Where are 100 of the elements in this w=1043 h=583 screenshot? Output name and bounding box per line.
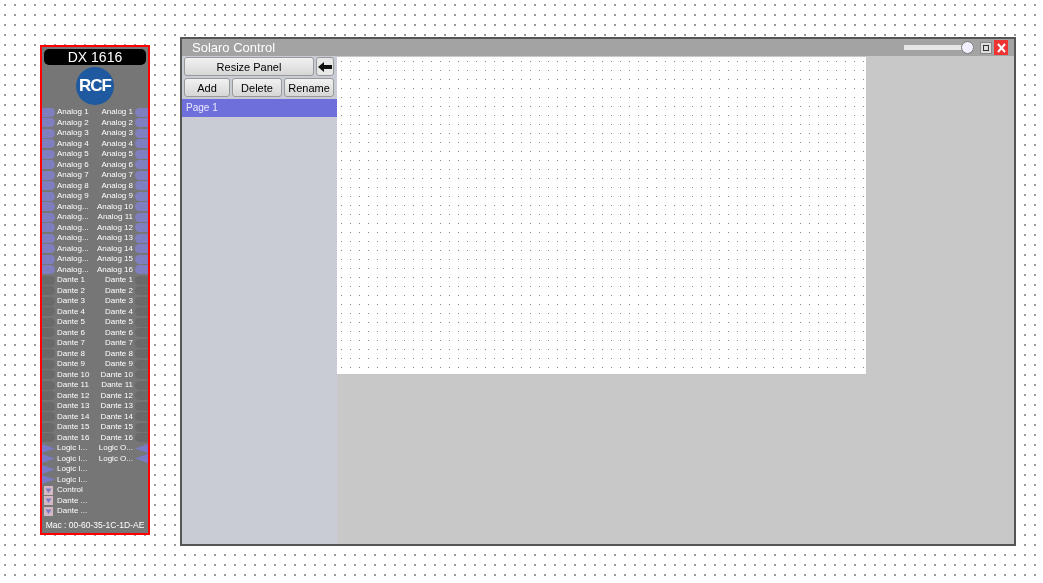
input-port[interactable] <box>42 422 55 432</box>
input-port[interactable] <box>42 107 55 117</box>
logic-input-icon[interactable] <box>42 454 55 464</box>
input-port[interactable] <box>42 160 55 170</box>
input-port[interactable] <box>42 170 55 180</box>
output-port[interactable] <box>135 359 148 369</box>
device-title: DX 1616 <box>44 49 146 65</box>
input-label: Dante 8 <box>56 348 87 359</box>
output-port[interactable] <box>135 412 148 422</box>
output-port[interactable] <box>135 149 148 159</box>
input-label: Dante 11 <box>56 380 90 391</box>
input-label: Control <box>56 485 84 496</box>
output-port[interactable] <box>135 160 148 170</box>
output-label: Analog 14 <box>95 243 134 254</box>
slider-thumb[interactable] <box>961 41 974 54</box>
input-port[interactable] <box>42 401 55 411</box>
device-block[interactable] <box>40 45 150 535</box>
output-port[interactable] <box>135 380 148 390</box>
input-label: Logic I... <box>56 474 89 485</box>
output-port[interactable] <box>135 212 148 222</box>
input-port[interactable] <box>42 254 55 264</box>
output-port[interactable] <box>135 391 148 401</box>
zoom-slider[interactable] <box>904 41 974 54</box>
resize-panel-button[interactable]: Resize Panel <box>184 57 314 76</box>
output-port[interactable] <box>135 244 148 254</box>
output-port[interactable] <box>135 233 148 243</box>
maximize-button[interactable] <box>980 41 992 54</box>
input-port[interactable] <box>42 296 55 306</box>
output-port[interactable] <box>135 128 148 138</box>
input-label: Dante 15 <box>56 422 91 433</box>
logic-input-icon[interactable] <box>42 464 55 474</box>
close-button[interactable] <box>994 40 1008 55</box>
rename-button[interactable]: Rename <box>284 78 334 97</box>
output-port[interactable] <box>135 296 148 306</box>
input-port[interactable] <box>42 212 55 222</box>
input-port[interactable] <box>42 370 55 380</box>
output-port[interactable] <box>135 307 148 317</box>
logic-input-icon[interactable] <box>42 475 55 485</box>
back-button[interactable] <box>316 57 334 76</box>
input-port[interactable] <box>42 359 55 369</box>
input-port[interactable] <box>42 328 55 338</box>
input-port[interactable] <box>42 391 55 401</box>
output-port[interactable] <box>135 349 148 359</box>
input-port[interactable] <box>42 338 55 348</box>
output-port[interactable] <box>135 265 148 275</box>
input-port[interactable] <box>42 275 55 285</box>
input-port[interactable] <box>42 244 55 254</box>
input-port[interactable] <box>42 265 55 275</box>
output-port[interactable] <box>135 433 148 443</box>
input-port[interactable] <box>42 286 55 296</box>
logic-output-icon[interactable] <box>135 454 148 464</box>
output-port[interactable] <box>135 370 148 380</box>
control-port-icon[interactable] <box>44 506 53 516</box>
output-port[interactable] <box>135 401 148 411</box>
input-label: Dante 16 <box>56 432 91 443</box>
output-port[interactable] <box>135 170 148 180</box>
logic-output-icon[interactable] <box>135 443 148 453</box>
output-port[interactable] <box>135 254 148 264</box>
output-port[interactable] <box>135 139 148 149</box>
control-port-icon[interactable] <box>44 485 53 495</box>
input-port[interactable] <box>42 202 55 212</box>
output-port[interactable] <box>135 202 148 212</box>
output-port[interactable] <box>135 422 148 432</box>
add-button[interactable]: Add <box>184 78 230 97</box>
output-port[interactable] <box>135 275 148 285</box>
delete-button[interactable]: Delete <box>232 78 282 97</box>
input-port[interactable] <box>42 118 55 128</box>
output-port[interactable] <box>135 328 148 338</box>
input-port[interactable] <box>42 433 55 443</box>
input-label: Analog 2 <box>56 117 90 128</box>
input-label: Analog 1 <box>56 107 90 118</box>
input-port[interactable] <box>42 233 55 243</box>
output-port[interactable] <box>135 107 148 117</box>
control-port-icon[interactable] <box>44 496 53 506</box>
input-label: Analog... <box>56 222 90 233</box>
output-port[interactable] <box>135 191 148 201</box>
input-port[interactable] <box>42 317 55 327</box>
logic-input-icon[interactable] <box>42 443 55 453</box>
brand-logo: RCF <box>76 67 114 105</box>
input-port[interactable] <box>42 307 55 317</box>
output-port[interactable] <box>135 223 148 233</box>
input-port[interactable] <box>42 191 55 201</box>
output-port[interactable] <box>135 118 148 128</box>
output-port[interactable] <box>135 181 148 191</box>
output-port[interactable] <box>135 338 148 348</box>
input-port[interactable] <box>42 149 55 159</box>
input-port[interactable] <box>42 349 55 359</box>
page-item[interactable]: Page 1 <box>182 99 337 117</box>
input-port[interactable] <box>42 380 55 390</box>
output-label: Analog 15 <box>95 254 134 265</box>
input-port[interactable] <box>42 223 55 233</box>
input-port[interactable] <box>42 181 55 191</box>
output-label: Dante 5 <box>103 317 134 328</box>
output-port[interactable] <box>135 317 148 327</box>
input-port[interactable] <box>42 128 55 138</box>
input-port[interactable] <box>42 412 55 422</box>
output-label: Dante 4 <box>103 306 134 317</box>
input-label: Dante 4 <box>56 306 87 317</box>
input-port[interactable] <box>42 139 55 149</box>
output-port[interactable] <box>135 286 148 296</box>
